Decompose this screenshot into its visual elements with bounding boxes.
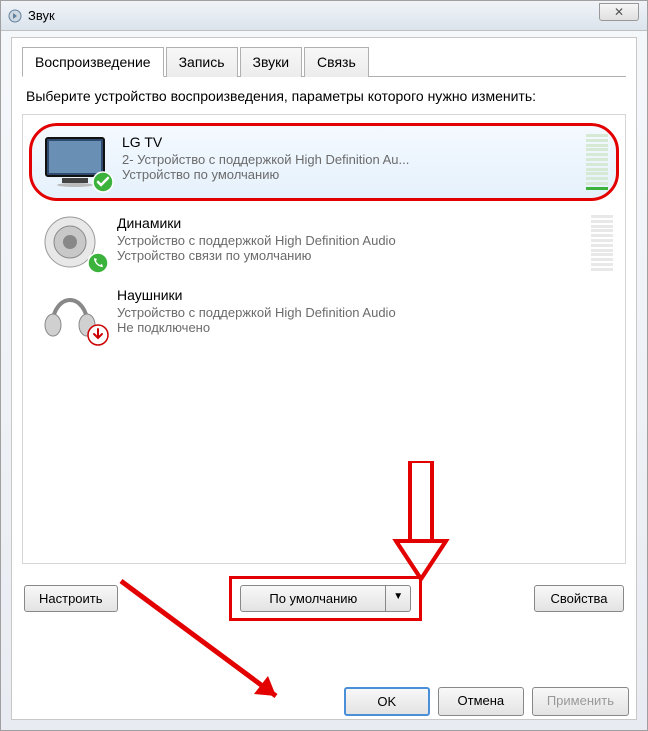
device-info: Наушники Устройство с поддержкой High De… (117, 287, 613, 335)
configure-button[interactable]: Настроить (24, 585, 118, 612)
phone-badge-icon (87, 252, 109, 274)
tab-sounds[interactable]: Звуки (240, 47, 303, 77)
level-meter (586, 134, 608, 190)
device-item-headphones[interactable]: Наушники Устройство с поддержкой High De… (27, 279, 621, 350)
window-title: Звук (28, 8, 55, 23)
level-meter (591, 215, 613, 271)
dropdown-arrow-icon[interactable]: ▼ (386, 586, 410, 611)
tab-communications[interactable]: Связь (304, 47, 369, 77)
bottom-button-row: Настроить По умолчанию ▼ Свойства (22, 576, 626, 621)
device-description: Устройство с поддержкой High Definition … (117, 233, 585, 248)
device-item-speakers[interactable]: Динамики Устройство с поддержкой High De… (27, 207, 621, 279)
device-list: LG TV 2- Устройство с поддержкой High De… (22, 114, 626, 564)
close-button[interactable]: ✕ (599, 3, 639, 21)
properties-button[interactable]: Свойства (534, 585, 624, 612)
device-name: Наушники (117, 287, 613, 303)
down-badge-icon (87, 324, 109, 346)
instruction-text: Выберите устройство воспроизведения, пар… (26, 87, 622, 106)
device-name: Динамики (117, 215, 585, 231)
device-status: Не подключено (117, 320, 613, 335)
annotation-highlight-default: По умолчанию ▼ (229, 576, 422, 621)
cancel-button[interactable]: Отмена (438, 687, 524, 716)
check-badge-icon (92, 171, 114, 193)
dialog-action-row: OK Отмена Применить (344, 687, 629, 716)
tab-playback[interactable]: Воспроизведение (22, 47, 164, 77)
tv-icon (40, 134, 110, 189)
ok-button[interactable]: OK (344, 687, 430, 716)
apply-button[interactable]: Применить (532, 687, 629, 716)
device-item-lg-tv[interactable]: LG TV 2- Устройство с поддержкой High De… (29, 123, 619, 201)
device-name: LG TV (122, 134, 580, 150)
tab-recording[interactable]: Запись (166, 47, 238, 77)
device-info: Динамики Устройство с поддержкой High De… (117, 215, 585, 263)
set-default-label[interactable]: По умолчанию (241, 586, 386, 611)
device-status: Устройство по умолчанию (122, 167, 580, 182)
headphones-icon (35, 287, 105, 342)
speaker-icon (35, 215, 105, 270)
titlebar: Звук ✕ (1, 1, 647, 31)
tabs: Воспроизведение Запись Звуки Связь (22, 46, 626, 77)
sound-icon (7, 8, 23, 24)
device-description: 2- Устройство с поддержкой High Definiti… (122, 152, 580, 167)
dialog-body: Воспроизведение Запись Звуки Связь Выбер… (11, 37, 637, 720)
device-status: Устройство связи по умолчанию (117, 248, 585, 263)
device-description: Устройство с поддержкой High Definition … (117, 305, 613, 320)
set-default-button[interactable]: По умолчанию ▼ (240, 585, 411, 612)
device-info: LG TV 2- Устройство с поддержкой High De… (122, 134, 580, 182)
sound-dialog: Звук ✕ Воспроизведение Запись Звуки Связ… (0, 0, 648, 731)
